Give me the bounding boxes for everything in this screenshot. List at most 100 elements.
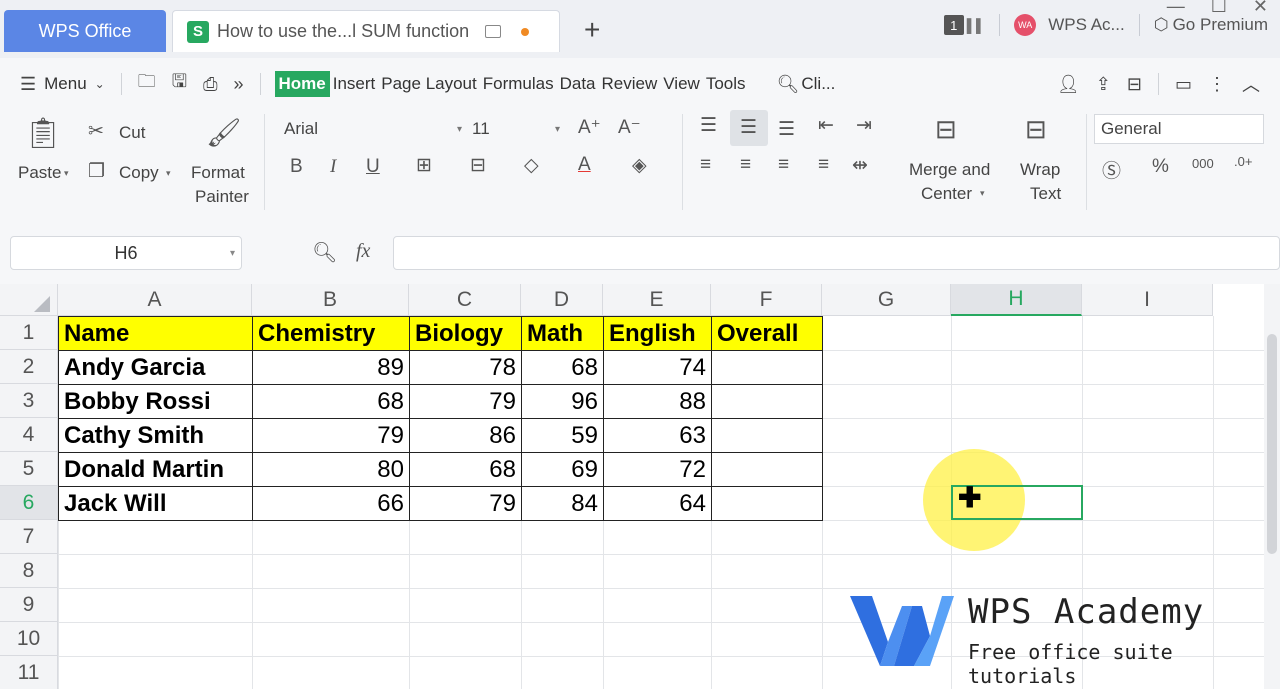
menu-button[interactable]: Menu (44, 74, 87, 94)
more-icon[interactable]: » (233, 74, 243, 95)
number-format-select[interactable]: General (1094, 114, 1264, 144)
font-color-icon[interactable]: A (578, 154, 591, 176)
value-cell[interactable]: 68 (521, 350, 604, 385)
go-premium-button[interactable]: Go Premium (1173, 15, 1268, 35)
clear-format-icon[interactable]: ◈ (632, 154, 647, 177)
chevron-down-icon[interactable]: ⌄ (95, 77, 105, 91)
justify-icon[interactable]: ≡ (818, 154, 829, 176)
value-cell[interactable]: 68 (409, 452, 522, 487)
name-cell[interactable]: Donald Martin (58, 452, 253, 487)
currency-icon[interactable]: Ⓢ (1102, 156, 1121, 183)
value-cell[interactable]: 89 (252, 350, 410, 385)
indent-increase-icon[interactable]: ⇥ (856, 114, 872, 137)
new-tab-button[interactable]: + (584, 14, 600, 46)
borders-icon[interactable]: ⊞ (416, 154, 432, 177)
cell-style-icon[interactable]: ⊟ (470, 154, 486, 177)
more-options-icon[interactable]: ⋮ (1208, 74, 1226, 95)
underline-button[interactable]: U (366, 156, 380, 178)
wrap-text-label-1[interactable]: Wrap (1020, 160, 1060, 180)
collapse-ribbon-icon[interactable]: ︿ (1242, 71, 1260, 97)
column-header-B[interactable]: B (252, 284, 409, 316)
scrollbar-thumb[interactable] (1267, 334, 1277, 554)
value-cell[interactable]: 88 (603, 384, 712, 419)
column-header-A[interactable]: A (58, 284, 252, 316)
value-cell[interactable]: 79 (409, 384, 522, 419)
value-cell[interactable]: 63 (603, 418, 712, 453)
font-name-select[interactable]: Arial ▾ (278, 114, 468, 144)
align-middle-icon[interactable]: ☰ (740, 116, 757, 139)
value-cell[interactable]: 84 (521, 486, 604, 521)
indent-decrease-icon[interactable]: ⇤ (818, 114, 834, 137)
format-painter-label-1[interactable]: Format (191, 163, 245, 183)
save-icon[interactable]: 🖫 (172, 69, 187, 99)
value-cell[interactable] (711, 418, 823, 453)
merge-center-label-1[interactable]: Merge and (909, 160, 990, 180)
name-cell[interactable]: Bobby Rossi (58, 384, 253, 419)
align-left-icon[interactable]: ≡ (700, 154, 711, 176)
column-header-G[interactable]: G (822, 284, 951, 316)
tab-document[interactable]: S How to use the...l SUM function (172, 10, 560, 52)
name-box[interactable]: H6 ▾ (10, 236, 242, 270)
row-header-8[interactable]: 8 (0, 554, 58, 588)
value-cell[interactable]: 96 (521, 384, 604, 419)
share-user-icon[interactable]: 👤︎ (1057, 74, 1080, 95)
merge-center-label-2[interactable]: Center (921, 184, 972, 204)
header-cell[interactable]: Math (521, 316, 604, 351)
tab-tools[interactable]: Tools (703, 74, 749, 94)
maximize-button[interactable]: ☐ (1211, 0, 1227, 17)
align-bottom-icon[interactable]: ☰ (778, 118, 795, 141)
column-header-E[interactable]: E (603, 284, 711, 316)
row-header-9[interactable]: 9 (0, 588, 58, 622)
hamburger-icon[interactable]: ☰ (20, 74, 36, 95)
italic-button[interactable]: I (330, 156, 336, 178)
header-cell[interactable]: English (603, 316, 712, 351)
value-cell[interactable]: 74 (603, 350, 712, 385)
align-right-icon[interactable]: ≡ (778, 154, 789, 176)
tab-home[interactable]: Home (274, 71, 330, 97)
column-header-C[interactable]: C (409, 284, 521, 316)
row-header-4[interactable]: 4 (0, 418, 58, 452)
avatar[interactable]: WA (1014, 14, 1037, 36)
search-icon[interactable]: 🔍︎ (777, 74, 800, 95)
tray-icon[interactable]: ⊟ (1127, 74, 1142, 95)
tab-wps-office[interactable]: WPS Office (4, 10, 166, 52)
close-button[interactable]: ✕ (1253, 0, 1268, 17)
row-header-2[interactable]: 2 (0, 350, 58, 384)
row-header-6[interactable]: 6 (0, 486, 58, 520)
value-cell[interactable]: 66 (252, 486, 410, 521)
tab-formulas[interactable]: Formulas (480, 74, 557, 94)
header-cell[interactable]: Biology (409, 316, 522, 351)
value-cell[interactable]: 69 (521, 452, 604, 487)
comment-icon[interactable]: ▭ (1175, 74, 1192, 95)
window-count-icon[interactable]: 1 (943, 15, 964, 35)
value-cell[interactable]: 72 (603, 452, 712, 487)
share-icon[interactable]: ⇪ (1096, 74, 1111, 95)
name-cell[interactable]: Jack Will (58, 486, 253, 521)
fx-icon[interactable]: fx (356, 240, 370, 263)
align-center-icon[interactable]: ≡ (740, 154, 751, 176)
paste-icon[interactable]: 📋︎ (24, 116, 62, 151)
row-header-5[interactable]: 5 (0, 452, 58, 486)
copy-button[interactable]: Copy (119, 163, 159, 183)
row-header-7[interactable]: 7 (0, 520, 58, 554)
name-cell[interactable]: Andy Garcia (58, 350, 253, 385)
header-cell[interactable]: Name (58, 316, 253, 351)
name-cell[interactable]: Cathy Smith (58, 418, 253, 453)
cut-button[interactable]: Cut (119, 123, 145, 143)
search-box[interactable]: Cli... (801, 74, 835, 94)
column-header-D[interactable]: D (521, 284, 603, 316)
decrease-font-icon[interactable]: A⁻ (618, 116, 641, 139)
increase-font-icon[interactable]: A⁺ (578, 116, 601, 139)
value-cell[interactable]: 59 (521, 418, 604, 453)
thousands-icon[interactable]: 000 (1192, 156, 1214, 171)
tab-view[interactable]: View (660, 74, 703, 94)
decimal-increase-icon[interactable]: .0+ (1234, 154, 1252, 169)
paste-button[interactable]: Paste (18, 163, 61, 183)
value-cell[interactable] (711, 350, 823, 385)
select-all-corner[interactable] (0, 284, 58, 316)
percent-icon[interactable]: % (1152, 156, 1169, 178)
value-cell[interactable] (711, 452, 823, 487)
vertical-scrollbar[interactable] (1264, 284, 1280, 689)
bold-button[interactable]: B (290, 156, 303, 178)
row-header-3[interactable]: 3 (0, 384, 58, 418)
